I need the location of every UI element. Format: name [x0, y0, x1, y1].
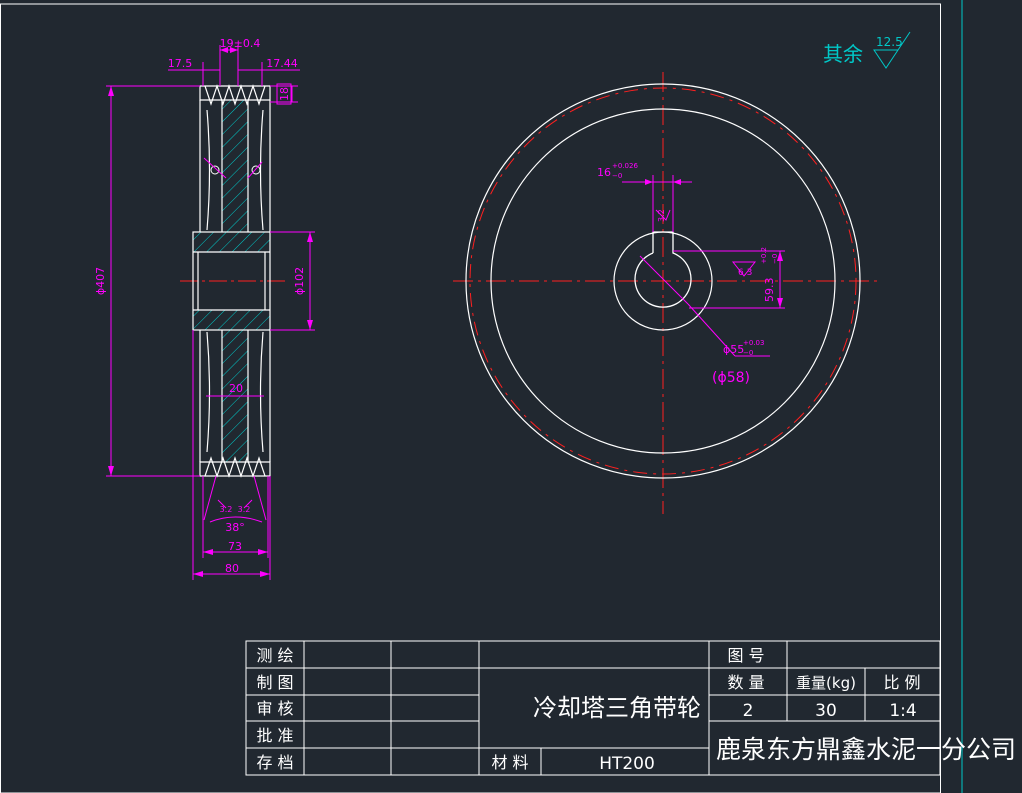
- dim-web-thickness: 20: [229, 382, 243, 395]
- side-view: 19±0.4 17.5 17.44 18 ϕ407 ϕ102 20 38° 73…: [94, 37, 315, 580]
- dim-bore-tol-upper: +0.03: [743, 339, 764, 347]
- dim-bore-diameter: ϕ102: [293, 267, 306, 295]
- dim-bore-roughness: 6.3: [738, 268, 752, 278]
- material-value: HT200: [599, 754, 655, 774]
- dim-bore-reference: (ϕ58): [712, 370, 750, 386]
- dim-right-width: 17.44: [266, 57, 298, 70]
- scale-label: 比 例: [883, 673, 920, 692]
- dim-keyway-depth-tol-lower: −0: [771, 254, 779, 264]
- dim-hub-width: 80: [225, 562, 239, 575]
- dim-left-width: 17.5: [168, 57, 193, 70]
- roughness-note-value: 12.5: [876, 35, 903, 49]
- material-label: 材 料: [491, 753, 528, 772]
- quantity-label: 数 量: [727, 673, 764, 692]
- company-name: 鹿泉东方鼎鑫水泥一分公司: [716, 735, 1016, 764]
- roughness-note-label: 其余: [823, 42, 863, 66]
- title-block-text: 测 绘 制 图 审 核 批 准 存 档 冷却塔三角带轮 材 料 HT200 图 …: [256, 646, 1016, 774]
- role-archive: 存 档: [256, 753, 293, 772]
- roughness-groove-right: 3.2: [238, 505, 251, 514]
- dim-rim-width: 73: [228, 540, 242, 553]
- weight-value: 30: [815, 701, 837, 721]
- front-dimensions: [622, 175, 785, 357]
- dim-keyway-depth-tol-upper: +0.2: [760, 247, 768, 264]
- dim-groove-pitch: 19±0.4: [220, 37, 261, 50]
- role-draw: 制 图: [256, 673, 293, 692]
- dim-keyway-width-tol-upper: +0.026: [612, 162, 638, 170]
- front-view: 16 +0.026 −0 3.2 59.3 +0.2 −0 6.3 ϕ55 +0…: [453, 72, 878, 514]
- roughness-note: 其余 12.5: [823, 31, 911, 69]
- weight-label: 重量(kg): [796, 674, 856, 692]
- dim-keyway-width: 16: [597, 166, 611, 179]
- cad-drawing: 其余 12.5 19±0.4 17.5 17.44 18 ϕ407 ϕ102 2…: [0, 0, 1016, 793]
- scale-value: 1:4: [889, 701, 916, 721]
- dim-keyway-width-tol-lower: −0: [612, 172, 622, 180]
- dim-groove-depth: 18: [278, 87, 291, 101]
- roughness-groove-left: 3.2: [220, 505, 233, 514]
- quantity-value: 2: [743, 701, 754, 721]
- role-survey: 测 绘: [256, 646, 293, 665]
- dim-keyway-depth: 59.3: [763, 278, 776, 303]
- dim-keyway-roughness: 3.2: [657, 209, 666, 222]
- role-approve: 批 准: [256, 726, 293, 745]
- dim-outer-diameter: ϕ407: [94, 267, 107, 295]
- dim-groove-angle: 38°: [225, 521, 245, 534]
- dim-bore-diameter-front: ϕ55: [723, 343, 744, 356]
- dim-bore-tol-lower: −0: [743, 349, 753, 357]
- role-review: 审 核: [256, 699, 293, 718]
- drawing-no-label: 图 号: [727, 646, 764, 665]
- part-name: 冷却塔三角带轮: [533, 694, 701, 722]
